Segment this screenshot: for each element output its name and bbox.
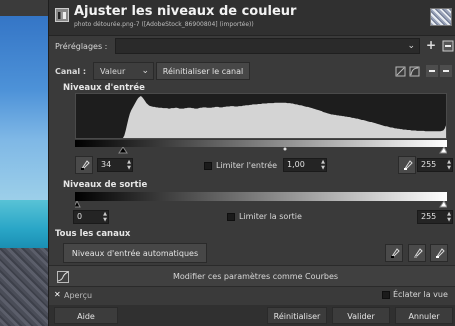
output-low-handle[interactable] (75, 201, 81, 208)
histogram-plot (76, 96, 446, 138)
eyedropper-black-icon (80, 160, 90, 171)
levels-dialog: Ajuster les niveaux de couleur photo dét… (48, 0, 455, 326)
auto-input-levels-button[interactable]: Niveaux d'entrée automatiques (63, 243, 207, 263)
clamp-input-label: Limiter l'entrée (216, 161, 278, 170)
histogram-view-icon[interactable] (426, 65, 438, 77)
output-gradient-bar[interactable] (75, 192, 447, 201)
input-low-spinner[interactable]: 34 ▲ ▼ (97, 158, 133, 172)
pick-gray-all-button[interactable] (408, 244, 426, 262)
spin-arrows-icon[interactable]: ▲ ▼ (127, 159, 131, 171)
cancel-button[interactable]: Annuler (395, 307, 453, 324)
gamma-value: 1,00 (287, 160, 305, 169)
output-handles[interactable] (75, 201, 447, 209)
histogram-area (76, 96, 446, 138)
eyedropper-white-icon (403, 160, 413, 171)
output-high-value: 255 (421, 212, 437, 221)
spin-arrows-icon[interactable]: ▲ ▼ (321, 159, 325, 171)
canvas-topstrip (0, 0, 48, 16)
channel-value: Valeur (100, 67, 126, 76)
input-high-handle[interactable] (439, 147, 447, 154)
curves-label: Modifier ces paramètres comme Courbes (173, 272, 339, 281)
linear-histogram-icon[interactable] (395, 66, 407, 78)
background-image (0, 0, 48, 326)
output-low-value: 0 (77, 212, 83, 221)
input-levels-title: Niveaux d'entrée (63, 83, 145, 93)
pick-black-point-button[interactable] (75, 156, 93, 174)
output-low-spinner[interactable]: 0 ▲ ▼ (73, 210, 109, 224)
log-histogram-icon[interactable] (409, 66, 421, 78)
eyedropper-white-icon (435, 248, 445, 259)
pick-white-point-button[interactable] (398, 156, 416, 174)
input-low-handle[interactable] (118, 147, 128, 154)
reset-channel-button[interactable]: Réinitialiser le canal (156, 62, 250, 80)
all-channels-title: Tous les canaux (55, 229, 131, 239)
levels-icon (55, 8, 69, 22)
presets-combo[interactable]: ⌄ (115, 38, 420, 54)
clamp-input-checkbox[interactable] (204, 162, 212, 170)
channel-select[interactable]: Valeur ⌄ (93, 62, 154, 80)
dialog-subtitle: photo détourée.png-7 ([AdobeStock_869008… (74, 21, 254, 28)
image-thumbnail (430, 8, 452, 26)
dialog-title: Ajuster les niveaux de couleur (74, 4, 297, 19)
input-low-value: 34 (101, 160, 112, 169)
curves-icon (57, 271, 69, 283)
histogram (75, 93, 447, 139)
input-handles[interactable] (75, 147, 447, 155)
output-high-spinner[interactable]: 255 ▲ ▼ (417, 210, 453, 224)
pick-black-all-button[interactable] (385, 244, 403, 262)
spin-arrows-icon[interactable]: ▲ ▼ (103, 211, 107, 223)
reset-button[interactable]: Réinitialiser (267, 307, 327, 324)
input-gamma-handle[interactable] (283, 147, 287, 151)
gamma-spinner[interactable]: 1,00 ▲ ▼ (283, 158, 327, 172)
input-high-value: 255 (421, 160, 437, 169)
presets-label: Préréglages : (55, 42, 108, 51)
output-levels-title: Niveaux de sortie (63, 180, 148, 190)
output-high-handle[interactable] (439, 201, 447, 208)
preview-check-icon[interactable]: ✕ (54, 290, 61, 299)
pick-white-all-button[interactable] (430, 244, 448, 262)
sky-area (0, 0, 48, 200)
channel-label: Canal : (55, 67, 87, 76)
rock-area (0, 248, 48, 326)
split-view-checkbox[interactable] (382, 291, 390, 299)
clamp-output-label: Limiter la sortie (239, 212, 302, 221)
spin-arrows-icon[interactable]: ▲ ▼ (447, 211, 451, 223)
chevron-down-icon: ⌄ (407, 41, 415, 51)
preview-label: Aperçu (64, 291, 93, 300)
edit-as-curves-button[interactable]: Modifier ces paramètres comme Courbes (49, 265, 455, 287)
split-view-label: Éclater la vue (393, 290, 448, 299)
spin-arrows-icon[interactable]: ▲ ▼ (447, 159, 451, 171)
input-high-spinner[interactable]: 255 ▲ ▼ (417, 158, 453, 172)
dialog-header: Ajuster les niveaux de couleur photo dét… (49, 0, 455, 36)
ok-button[interactable]: Valider (332, 307, 390, 324)
action-bar: Aide Réinitialiser Valider Annuler (49, 305, 455, 326)
chevron-down-icon: ⌄ (141, 66, 149, 76)
input-gradient-bar[interactable] (75, 140, 447, 147)
presets-menu-icon[interactable] (442, 40, 454, 52)
histogram-view-alt-icon[interactable] (440, 65, 452, 77)
eyedropper-black-icon (390, 248, 400, 259)
help-button[interactable]: Aide (54, 307, 118, 324)
sea-area (0, 200, 48, 248)
clamp-output-checkbox[interactable] (227, 213, 235, 221)
eyedropper-gray-icon (413, 248, 423, 259)
add-preset-icon[interactable]: + (426, 38, 436, 52)
